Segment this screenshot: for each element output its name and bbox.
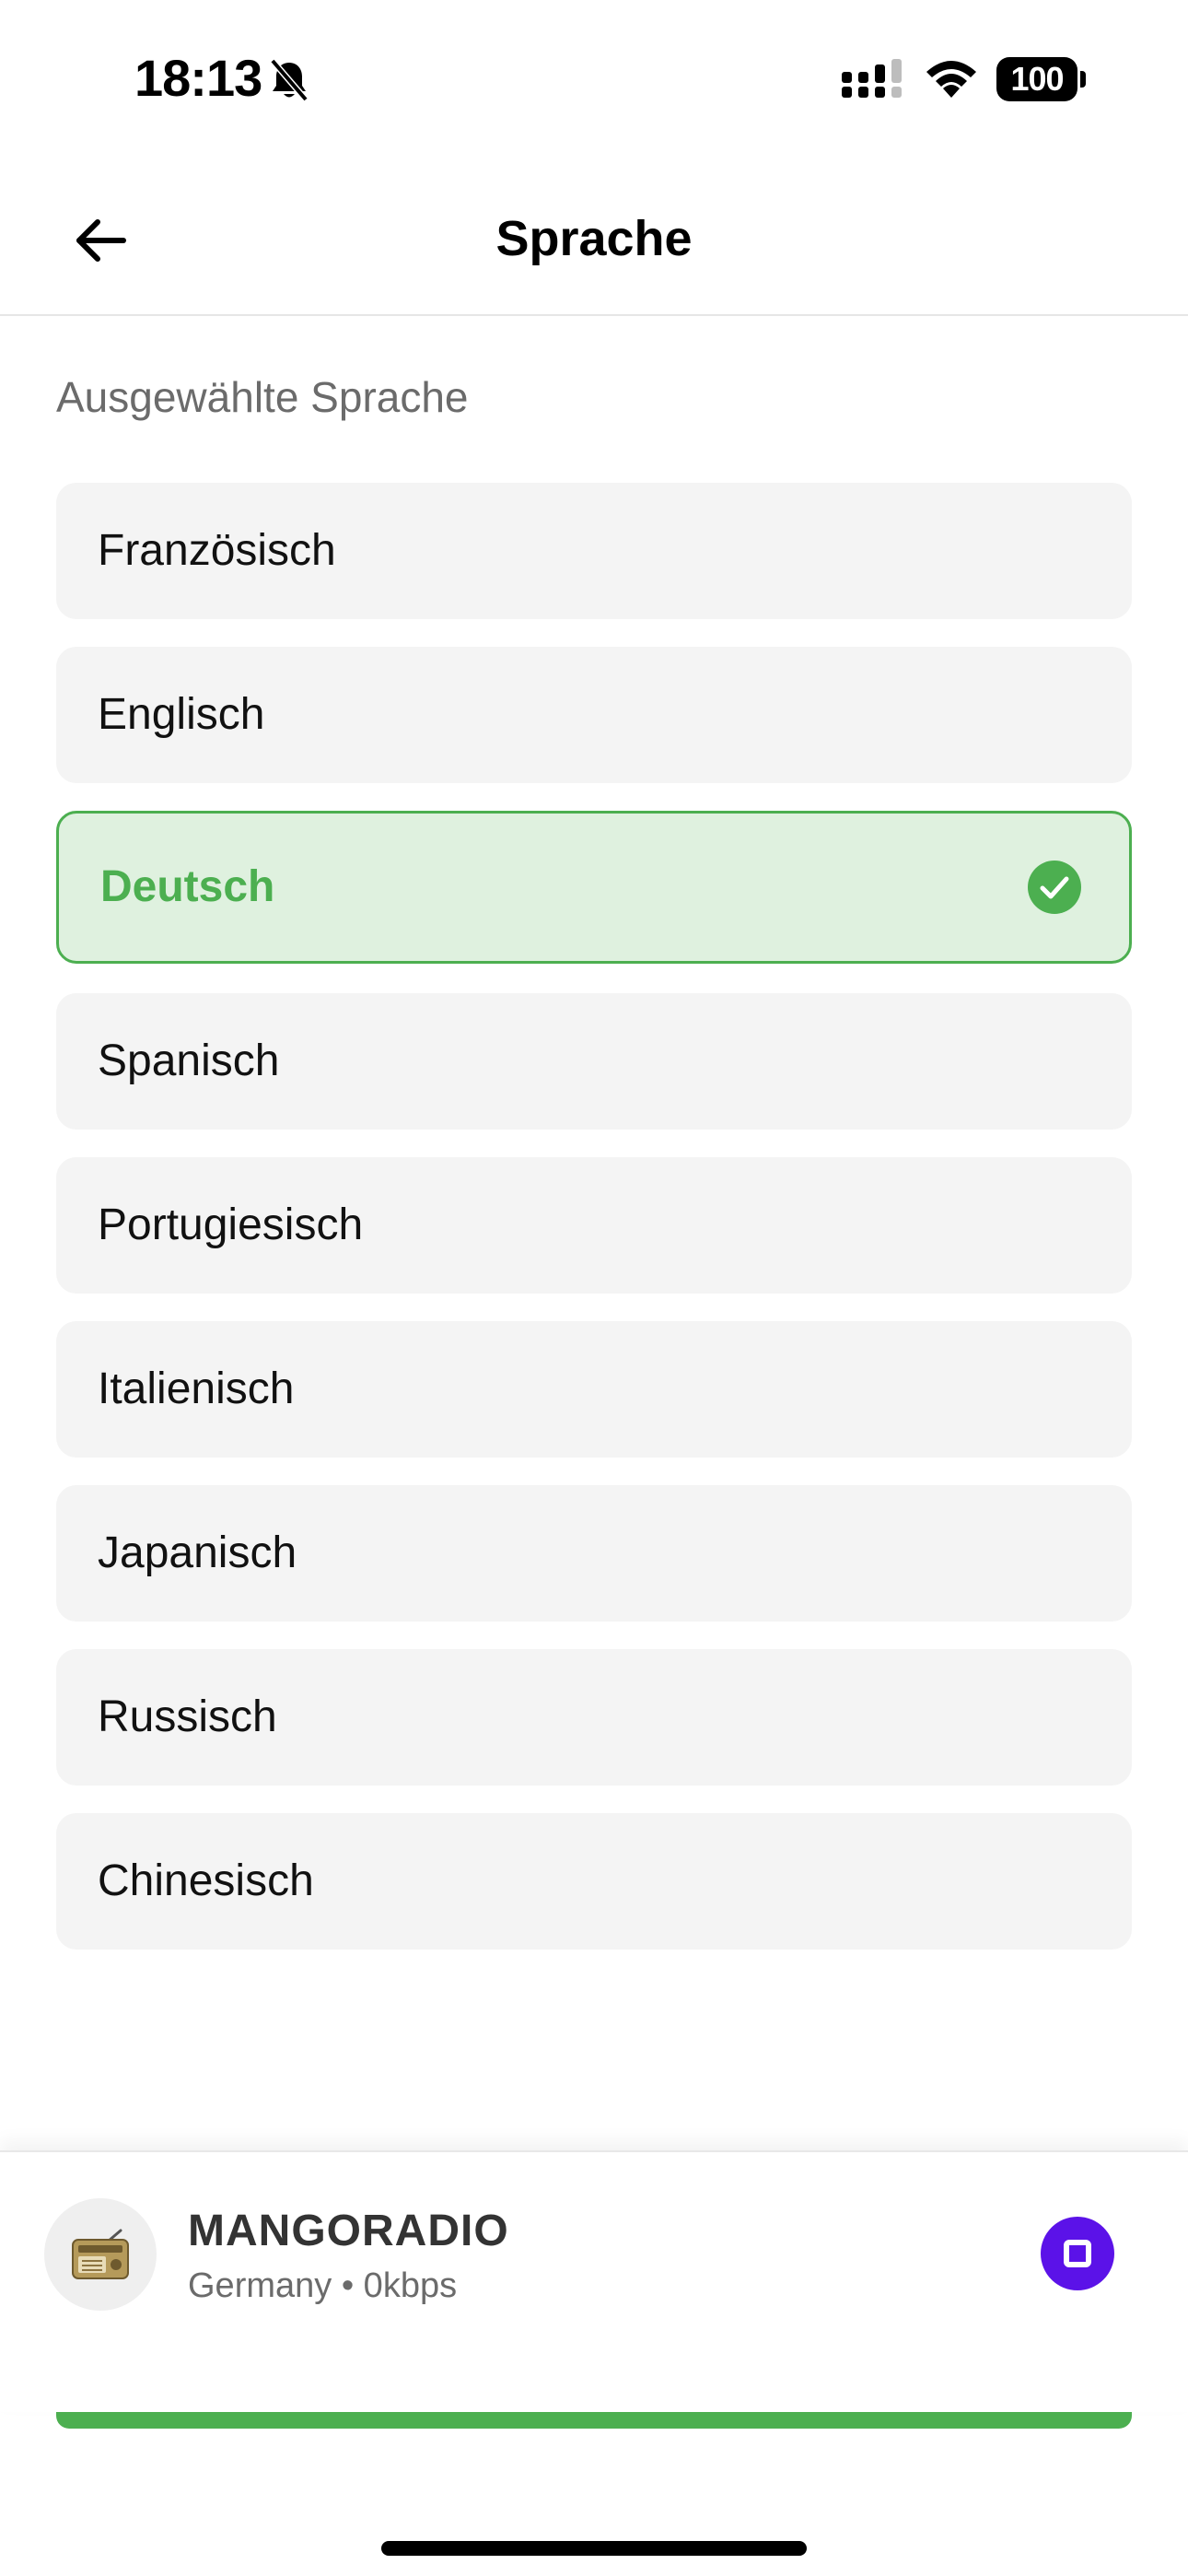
language-list: Französisch Englisch Deutsch Spanisch Po… — [56, 483, 1132, 1977]
language-label: Spanisch — [98, 1036, 280, 1085]
language-option-chinesisch[interactable]: Chinesisch — [56, 1813, 1132, 1950]
status-time: 18:13 — [134, 49, 262, 107]
check-circle-icon — [1028, 861, 1081, 914]
radio-icon — [72, 2229, 129, 2279]
language-label: Russisch — [98, 1692, 277, 1741]
battery-level: 100 — [1010, 60, 1064, 98]
language-option-franzoesisch[interactable]: Französisch — [56, 483, 1132, 619]
back-button[interactable] — [64, 204, 138, 277]
language-option-deutsch[interactable]: Deutsch — [56, 811, 1132, 964]
language-label: Italienisch — [98, 1364, 295, 1413]
green-action-bar[interactable] — [56, 2412, 1132, 2429]
mini-player[interactable]: MANGORADIO Germany • 0kbps — [0, 2150, 1188, 2412]
section-label: Ausgewählte Sprache — [56, 373, 469, 421]
language-label: Chinesisch — [98, 1856, 314, 1905]
status-bar: 18:13 100 — [0, 0, 1188, 161]
language-label: Englisch — [98, 690, 265, 739]
wifi-icon — [926, 61, 976, 98]
station-name: MANGORADIO — [188, 2207, 509, 2255]
language-option-italienisch[interactable]: Italienisch — [56, 1321, 1132, 1458]
station-avatar — [44, 2198, 157, 2311]
language-option-portugiesisch[interactable]: Portugiesisch — [56, 1157, 1132, 1294]
station-meta: Germany • 0kbps — [188, 2266, 458, 2305]
language-option-englisch[interactable]: Englisch — [56, 647, 1132, 783]
arrow-left-icon — [76, 219, 126, 262]
bell-slash-icon — [270, 58, 309, 102]
stop-button[interactable] — [1041, 2217, 1114, 2290]
language-label: Deutsch — [100, 862, 275, 911]
language-option-russisch[interactable]: Russisch — [56, 1649, 1132, 1786]
language-label: Französisch — [98, 526, 336, 575]
home-indicator[interactable] — [381, 2541, 807, 2556]
header: Sprache — [0, 161, 1188, 316]
page-title: Sprache — [495, 211, 693, 266]
battery-icon: 100 — [996, 57, 1086, 101]
language-option-japanisch[interactable]: Japanisch — [56, 1485, 1132, 1622]
language-label: Japanisch — [98, 1528, 297, 1577]
stop-icon — [1064, 2240, 1091, 2267]
language-label: Portugiesisch — [98, 1200, 364, 1249]
signal-icon — [842, 59, 902, 98]
language-option-spanisch[interactable]: Spanisch — [56, 993, 1132, 1130]
